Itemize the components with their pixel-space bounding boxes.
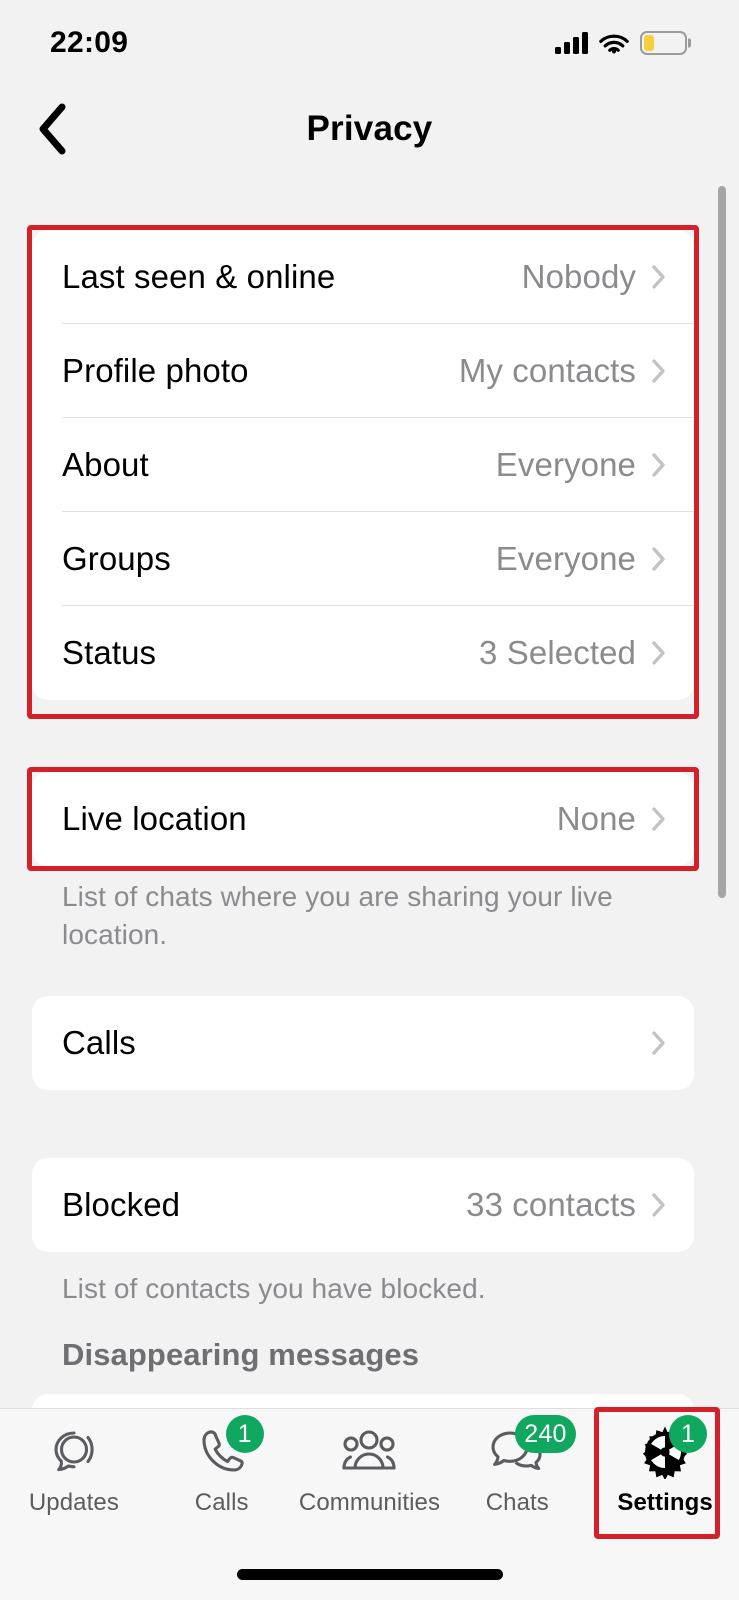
row-blocked[interactable]: Blocked 33 contacts: [32, 1158, 694, 1252]
row-value: Everyone: [495, 540, 636, 577]
disappearing-messages-card[interactable]: [32, 1394, 694, 1408]
tab-label: Communities: [298, 1489, 441, 1516]
vertical-scrollbar[interactable]: [718, 186, 726, 898]
row-value: 3 Selected: [479, 634, 636, 671]
status-bar-time: 22:09: [50, 26, 129, 59]
gear-icon: 1: [633, 1415, 708, 1483]
phone-icon: 1: [190, 1415, 264, 1483]
tab-badge: 240: [515, 1415, 576, 1453]
row-about[interactable]: About Everyone: [32, 418, 694, 512]
tab-badge: 1: [225, 1415, 264, 1453]
chat-bubbles-icon: 240: [485, 1415, 576, 1483]
tab-label: Settings: [617, 1489, 713, 1516]
tab-label: Updates: [28, 1489, 119, 1516]
tab-settings[interactable]: 1 Settings: [591, 1415, 739, 1537]
row-label: Profile photo: [62, 352, 249, 389]
row-label: Calls: [62, 1024, 136, 1061]
tab-chats[interactable]: 240 Chats: [443, 1415, 591, 1537]
tab-calls[interactable]: 1 Calls: [148, 1415, 296, 1537]
row-label: Groups: [62, 540, 171, 577]
calls-card: Calls: [32, 996, 694, 1090]
nav-header: Privacy: [0, 86, 739, 172]
status-bar-indicators: [555, 31, 687, 55]
chevron-right-icon: [652, 641, 666, 665]
row-value: Nobody: [521, 258, 636, 295]
row-calls[interactable]: Calls: [32, 996, 694, 1090]
wifi-icon: [599, 32, 629, 54]
row-profile-photo[interactable]: Profile photo My contacts: [32, 324, 694, 418]
row-value: Everyone: [495, 446, 636, 483]
bottom-tab-bar: Updates 1 Calls Communities 240 Chats 1 …: [0, 1407, 739, 1600]
battery-low-power-icon: [640, 31, 687, 55]
row-value: My contacts: [458, 352, 636, 389]
cellular-signal-icon: [555, 32, 588, 54]
chevron-right-icon: [652, 1193, 666, 1217]
row-value: 33 contacts: [466, 1186, 636, 1223]
settings-scroll-area[interactable]: Last seen & online Nobody Profile photo …: [0, 172, 739, 1408]
row-value: None: [556, 800, 636, 837]
status-bar: 22:09: [0, 0, 739, 86]
tab-communities[interactable]: Communities: [296, 1421, 444, 1537]
live-location-footnote: List of chats where you are sharing your…: [62, 881, 613, 950]
tab-updates[interactable]: Updates: [0, 1421, 148, 1537]
tab-badge: 1: [669, 1415, 708, 1453]
row-label: Live location: [62, 800, 247, 837]
phone-screen: 22:09 Privacy Last seen & online Nobody …: [0, 0, 739, 1600]
privacy-group-card: Last seen & online Nobody Profile photo …: [32, 230, 694, 700]
row-label: Status: [62, 634, 157, 671]
chevron-right-icon: [652, 547, 666, 571]
chevron-right-icon: [652, 359, 666, 383]
row-label: About: [62, 446, 149, 483]
live-location-card: Live location None: [32, 772, 694, 866]
row-status[interactable]: Status 3 Selected: [32, 606, 694, 700]
blocked-footnote: List of contacts you have blocked.: [62, 1273, 486, 1304]
communities-people-icon: [337, 1421, 401, 1483]
chevron-right-icon: [652, 807, 666, 831]
chevron-right-icon: [652, 1031, 666, 1055]
home-indicator: [236, 1569, 503, 1580]
updates-status-icon: [42, 1421, 106, 1483]
row-last-seen-online[interactable]: Last seen & online Nobody: [32, 230, 694, 324]
tab-label: Chats: [485, 1489, 549, 1516]
chevron-right-icon: [652, 265, 666, 289]
blocked-card: Blocked 33 contacts: [32, 1158, 694, 1252]
row-label: Blocked: [62, 1186, 181, 1223]
chevron-right-icon: [652, 453, 666, 477]
row-live-location[interactable]: Live location None: [32, 772, 694, 866]
tab-label: Calls: [194, 1489, 249, 1516]
chevron-left-icon: [36, 103, 68, 155]
back-button[interactable]: [14, 86, 90, 172]
page-title: Privacy: [306, 109, 433, 148]
section-header-disappearing-messages: Disappearing messages: [62, 1337, 420, 1372]
row-groups[interactable]: Groups Everyone: [32, 512, 694, 606]
row-label: Last seen & online: [62, 258, 336, 295]
